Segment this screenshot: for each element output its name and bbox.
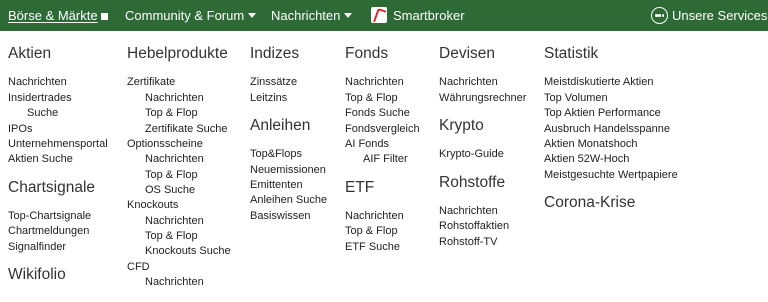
link-anleihen-topflops[interactable]: Top&Flops — [250, 148, 302, 161]
link-optionsscheine[interactable]: Optionsscheine — [127, 138, 203, 151]
link-aktien-monatshoch[interactable]: Aktien Monatshoch — [544, 138, 638, 151]
link-leitzins[interactable]: Leitzins — [250, 92, 287, 105]
link-krypto-guide[interactable]: Krypto-Guide — [439, 148, 504, 161]
link-ausbruch-handelsspanne[interactable]: Ausbruch Handelsspanne — [544, 123, 670, 136]
heading-etf[interactable]: ETF — [345, 179, 374, 197]
link-knockouts[interactable]: Knockouts — [127, 199, 178, 212]
link-basiswissen[interactable]: Basiswissen — [250, 210, 311, 223]
link-fonds-top-flop[interactable]: Top & Flop — [345, 92, 398, 105]
link-top-volumen[interactable]: Top Volumen — [544, 92, 608, 105]
link-insidertrades[interactable]: Insidertrades — [8, 92, 72, 105]
link-cfd[interactable]: CFD — [127, 261, 150, 274]
link-devisen-nachrichten[interactable]: Nachrichten — [439, 76, 498, 89]
active-square-icon — [100, 13, 108, 20]
link-anleihen-suche[interactable]: Anleihen Suche — [250, 194, 327, 207]
heading-indizes[interactable]: Indizes — [250, 45, 299, 63]
link-os-top-flop[interactable]: Top & Flop — [145, 169, 198, 182]
link-chartmeldungen[interactable]: Chartmeldungen — [8, 225, 89, 238]
link-fondsvergleich[interactable]: Fondsvergleich — [345, 123, 420, 136]
heading-krypto[interactable]: Krypto — [439, 117, 484, 135]
nav-community-label: Community & Forum — [125, 8, 245, 23]
heading-statistik[interactable]: Statistik — [544, 45, 598, 63]
top-navigation: Börse & Märkte Community & Forum Nachric… — [0, 0, 768, 31]
link-meistgesuchte-wertpapiere[interactable]: Meistgesuchte Wertpapiere — [544, 169, 678, 182]
link-knockouts-nachrichten[interactable]: Nachrichten — [145, 215, 204, 228]
heading-anleihen[interactable]: Anleihen — [250, 117, 310, 135]
link-unternehmensportal[interactable]: Unternehmensportal — [8, 138, 108, 151]
link-zertifikate[interactable]: Zertifikate — [127, 76, 175, 89]
link-neuemissionen[interactable]: Neuemissionen — [250, 164, 326, 177]
link-fonds-suche[interactable]: Fonds Suche — [345, 107, 410, 120]
more-dots-icon — [651, 7, 668, 24]
heading-chartsignale[interactable]: Chartsignale — [8, 179, 95, 197]
caret-down-icon — [344, 13, 353, 18]
link-cfd-nachrichten[interactable]: Nachrichten — [145, 276, 204, 289]
caret-down-icon — [248, 13, 257, 18]
link-fonds-nachrichten[interactable]: Nachrichten — [345, 76, 404, 89]
link-insider-suche[interactable]: Suche — [27, 107, 58, 120]
link-zinssaetze[interactable]: Zinssätze — [250, 76, 297, 89]
link-knockouts-suche[interactable]: Knockouts Suche — [145, 245, 231, 258]
smartbroker-logo-icon — [371, 7, 387, 23]
nav-smartbroker-label: Smartbroker — [393, 8, 465, 23]
link-aktien-nachrichten[interactable]: Nachrichten — [8, 76, 67, 89]
link-waehrungsrechner[interactable]: Währungsrechner — [439, 92, 526, 105]
link-os-nachrichten[interactable]: Nachrichten — [145, 153, 204, 166]
nav-news-label: Nachrichten — [271, 8, 341, 23]
nav-services-label: Unsere Services — [672, 8, 768, 23]
heading-corona-krise[interactable]: Corona-Krise — [544, 194, 635, 212]
link-rohstoffe-nachrichten[interactable]: Nachrichten — [439, 205, 498, 218]
heading-wikifolio[interactable]: Wikifolio — [8, 266, 66, 284]
heading-devisen[interactable]: Devisen — [439, 45, 495, 63]
heading-aktien[interactable]: Aktien — [8, 45, 51, 63]
link-knockouts-top-flop[interactable]: Top & Flop — [145, 230, 198, 243]
nav-smartbroker[interactable]: Smartbroker — [371, 0, 465, 31]
nav-boerse-label: Börse & Märkte — [8, 8, 98, 23]
link-aif-filter[interactable]: AIF Filter — [363, 153, 408, 166]
link-zertifikate-top-flop[interactable]: Top & Flop — [145, 107, 198, 120]
link-rohstoffaktien[interactable]: Rohstoffaktien — [439, 220, 509, 233]
link-emittenten[interactable]: Emittenten — [250, 179, 303, 192]
link-top-aktien-performance[interactable]: Top Aktien Performance — [544, 107, 661, 120]
mega-menu: Aktien Nachrichten Insidertrades Suche I… — [0, 31, 768, 302]
link-rohstoff-tv[interactable]: Rohstoff-TV — [439, 236, 498, 249]
link-zertifikate-suche[interactable]: Zertifikate Suche — [145, 123, 228, 136]
nav-community-forum[interactable]: Community & Forum — [125, 0, 257, 31]
nav-nachrichten[interactable]: Nachrichten — [271, 0, 353, 31]
link-aktien-suche[interactable]: Aktien Suche — [8, 153, 73, 166]
heading-fonds[interactable]: Fonds — [345, 45, 388, 63]
link-etf-suche[interactable]: ETF Suche — [345, 241, 400, 254]
link-signalfinder[interactable]: Signalfinder — [8, 241, 66, 254]
heading-hebelprodukte[interactable]: Hebelprodukte — [127, 45, 228, 63]
nav-unsere-services[interactable]: Unsere Services — [651, 0, 767, 31]
link-meistdiskutierte-aktien[interactable]: Meistdiskutierte Aktien — [544, 76, 653, 89]
link-top-chartsignale[interactable]: Top-Chartsignale — [8, 210, 91, 223]
link-aktien-52w-hoch[interactable]: Aktien 52W-Hoch — [544, 153, 629, 166]
heading-rohstoffe[interactable]: Rohstoffe — [439, 174, 505, 192]
link-os-suche[interactable]: OS Suche — [145, 184, 195, 197]
link-zertifikate-nachrichten[interactable]: Nachrichten — [145, 92, 204, 105]
nav-boerse-maerkte[interactable]: Börse & Märkte — [8, 0, 108, 31]
link-etf-top-flop[interactable]: Top & Flop — [345, 225, 398, 238]
link-ai-fonds[interactable]: AI Fonds — [345, 138, 389, 151]
link-etf-nachrichten[interactable]: Nachrichten — [345, 210, 404, 223]
link-ipos[interactable]: IPOs — [8, 123, 32, 136]
